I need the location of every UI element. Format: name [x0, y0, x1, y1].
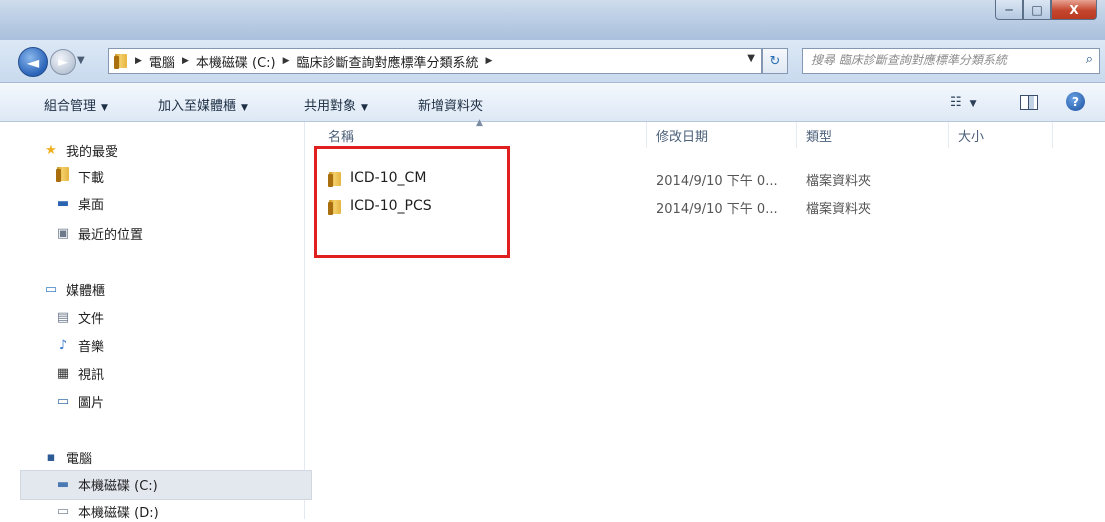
navigation-pane: ★ 我的最愛 下載 ▬ 桌面 ▣ 最近的位置 ▭ 媒體櫃 ▤ 文件 ♪ 音樂 ▦… [12, 122, 312, 521]
window-controls: ─ □ X [995, 0, 1097, 20]
organize-label: 組合管理 [44, 99, 97, 114]
sidebar-computer[interactable]: ▪ 電腦 [42, 446, 92, 468]
chevron-down-icon: ▼ [969, 99, 977, 109]
breadcrumb-arrow-icon[interactable]: ▶ [135, 56, 142, 66]
sidebar-item-downloads[interactable]: 下載 [54, 165, 104, 187]
sidebar-item-label: 桌面 [78, 197, 105, 213]
search-icon[interactable]: ⌕ [1086, 52, 1093, 67]
sort-ascending-icon: ▲ [476, 118, 483, 128]
sidebar-item-pictures[interactable]: ▭ 圖片 [54, 390, 104, 412]
documents-icon: ▤ [56, 309, 70, 325]
sidebar-libraries-label: 媒體櫃 [66, 283, 106, 299]
sidebar-item-label: 音樂 [78, 339, 105, 355]
maximize-button[interactable]: □ [1023, 0, 1051, 20]
organize-menu[interactable]: 組合管理 ▼ [44, 95, 108, 114]
sidebar-item-label: 最近的位置 [78, 227, 144, 243]
video-icon: ▦ [56, 365, 70, 381]
include-in-library-menu[interactable]: 加入至媒體櫃 ▼ [158, 95, 248, 114]
forward-button[interactable]: ► [50, 49, 76, 75]
chevron-down-icon: ▼ [101, 103, 108, 113]
help-button[interactable]: ? [1066, 92, 1085, 111]
breadcrumb-arrow-icon[interactable]: ▶ [283, 56, 290, 66]
sidebar-item-documents[interactable]: ▤ 文件 [54, 306, 104, 328]
share-with-menu[interactable]: 共用對象 ▼ [304, 95, 368, 114]
close-button[interactable]: X [1051, 0, 1097, 20]
drive-d-icon: ▭ [56, 503, 70, 519]
command-bar: 組合管理 ▼ 加入至媒體櫃 ▼ 共用對象 ▼ 新增資料夾 ☷ ▼ ? [0, 83, 1105, 122]
folder-icon [114, 53, 128, 69]
breadcrumb-current-folder[interactable]: 臨床診斷查詢對應標準分類系統 [297, 52, 479, 71]
star-icon: ★ [45, 142, 57, 158]
back-button[interactable]: ◄ [18, 47, 48, 77]
new-folder-button[interactable]: 新增資料夾 [418, 95, 483, 114]
sidebar-item-desktop[interactable]: ▬ 桌面 [54, 192, 104, 214]
recent-pages-dropdown[interactable]: ▼ [77, 55, 85, 66]
search-box[interactable]: ⌕ [802, 48, 1100, 74]
chevron-down-icon: ▼ [361, 103, 368, 113]
sidebar-computer-label: 電腦 [66, 451, 93, 467]
new-folder-label: 新增資料夾 [418, 99, 484, 114]
view-details-icon: ☷ [950, 95, 962, 110]
file-date-modified: 2014/9/10 下午 0... [656, 174, 778, 189]
drive-c-icon: ▬ [56, 476, 70, 492]
sidebar-item-label: 本機磁碟 (D:) [78, 505, 159, 521]
sidebar-item-recent-places[interactable]: ▣ 最近的位置 [54, 222, 143, 244]
recent-places-icon: ▣ [56, 225, 70, 241]
pictures-icon: ▭ [56, 393, 70, 409]
include-library-label: 加入至媒體櫃 [158, 99, 237, 114]
title-bar: ─ □ X [0, 0, 1105, 41]
breadcrumb-arrow-icon[interactable]: ▶ [182, 56, 189, 66]
search-input[interactable] [803, 49, 1071, 71]
address-bar[interactable]: ▶ 電腦 ▶ 本機磁碟 (C:) ▶ 臨床診斷查詢對應標準分類系統 ▶ ▼ [108, 48, 762, 74]
file-date-modified: 2014/9/10 下午 0... [656, 202, 778, 217]
download-folder-icon [54, 166, 72, 186]
column-header-size[interactable]: 大小 [958, 126, 984, 145]
breadcrumb-computer[interactable]: 電腦 [149, 52, 175, 71]
column-divider[interactable] [796, 122, 797, 148]
sidebar-item-label: 下載 [78, 170, 105, 186]
breadcrumb-arrow-icon[interactable]: ▶ [486, 56, 493, 66]
column-divider[interactable] [646, 122, 647, 148]
sidebar-favorites-label: 我的最愛 [66, 144, 119, 160]
file-type: 檔案資料夾 [806, 202, 872, 217]
column-header-type[interactable]: 類型 [806, 126, 832, 145]
share-label: 共用對象 [304, 99, 357, 114]
change-view-button[interactable]: ☷ ▼ [950, 95, 977, 110]
address-dropdown-icon[interactable]: ▼ [747, 53, 755, 64]
navigation-bar: ◄ ► ▼ ▶ 電腦 ▶ 本機磁碟 (C:) ▶ 臨床診斷查詢對應標準分類系統 … [0, 40, 1105, 83]
sidebar-item-label: 視訊 [78, 367, 105, 383]
sidebar-favorites[interactable]: ★ 我的最愛 [42, 139, 118, 161]
column-divider[interactable] [948, 122, 949, 148]
sidebar-item-video[interactable]: ▦ 視訊 [54, 362, 104, 384]
libraries-icon: ▭ [44, 281, 58, 297]
sidebar-item-label: 圖片 [78, 395, 105, 411]
desktop-icon: ▬ [56, 195, 70, 211]
sidebar-item-label: 文件 [78, 311, 105, 327]
sidebar-item-music[interactable]: ♪ 音樂 [54, 334, 104, 356]
preview-pane-button[interactable] [1020, 95, 1038, 110]
sidebar-item-drive-c[interactable]: ▬ 本機磁碟 (C:) [54, 473, 158, 495]
column-header-name[interactable]: 名稱 [328, 126, 354, 145]
breadcrumb-drive-c[interactable]: 本機磁碟 (C:) [196, 52, 276, 71]
chevron-down-icon: ▼ [241, 103, 248, 113]
sidebar-libraries[interactable]: ▭ 媒體櫃 [42, 278, 105, 300]
file-type: 檔案資料夾 [806, 174, 872, 189]
computer-icon: ▪ [46, 449, 56, 465]
music-icon: ♪ [58, 337, 68, 353]
refresh-button[interactable]: ↻ [762, 48, 788, 74]
minimize-button[interactable]: ─ [995, 0, 1023, 20]
column-header-date-modified[interactable]: 修改日期 [656, 126, 708, 145]
sidebar-item-label: 本機磁碟 (C:) [78, 478, 158, 494]
column-divider[interactable] [1052, 122, 1053, 148]
highlight-annotation-box [314, 146, 510, 258]
